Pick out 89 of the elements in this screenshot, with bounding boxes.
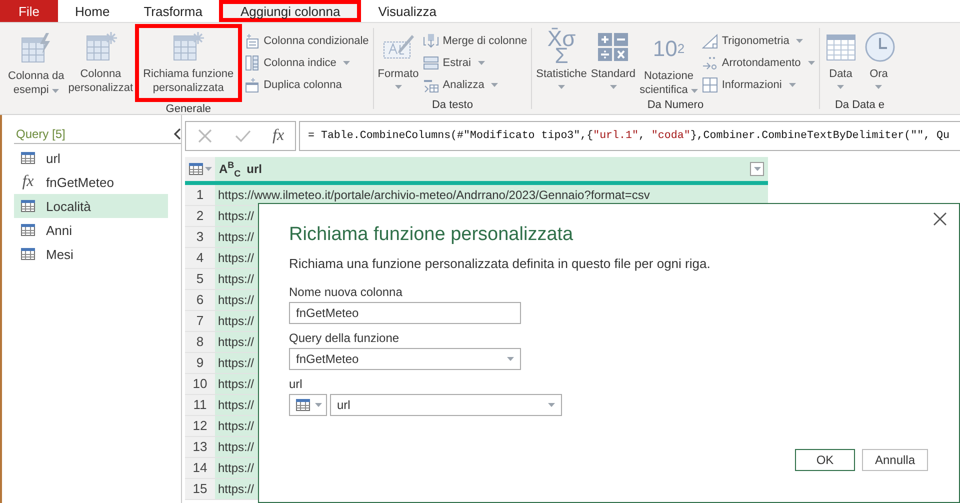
sigma-icon: X̄σ Σ <box>547 30 576 64</box>
caret-icon <box>314 403 322 407</box>
row-number: 11 <box>185 395 215 415</box>
numbered-column-icon <box>244 55 260 71</box>
ribbon-button[interactable]: Richiama funzione personalizzata <box>135 24 242 102</box>
table-menu-button[interactable] <box>185 157 215 181</box>
function-button[interactable]: fx <box>272 127 284 145</box>
caret-icon <box>205 167 212 171</box>
operators-icon <box>596 30 630 64</box>
caret-icon <box>548 403 555 407</box>
ribbon-button[interactable]: Estrai <box>420 52 530 74</box>
ribbon-button[interactable]: Trigonometria <box>700 30 817 52</box>
row-number: 10 <box>185 374 215 394</box>
function-icon: fx <box>20 173 36 191</box>
group-label: Generale <box>164 102 212 114</box>
ribbon-button[interactable]: Standard <box>588 28 638 98</box>
query-item[interactable]: Località <box>14 194 168 218</box>
table-icon <box>188 162 204 176</box>
caret-icon <box>754 167 760 171</box>
row-number: 2 <box>185 206 215 226</box>
table-icon <box>20 151 36 165</box>
row-number: 1 <box>185 185 215 205</box>
rounding-icon <box>702 55 718 71</box>
query-item[interactable]: Mesi <box>14 242 168 266</box>
group-label: Da Numero <box>646 98 705 112</box>
row-number: 9 <box>185 353 215 373</box>
row-number: 3 <box>185 227 215 247</box>
table-icon <box>20 223 36 237</box>
dialog-description: Richiama una funzione personalizzata definita in questo file per ogni riga. <box>289 256 712 271</box>
row-number: 13 <box>185 437 215 457</box>
file-tab[interactable]: File <box>0 0 58 22</box>
query-item[interactable]: fx fnGetMeteo <box>14 170 168 194</box>
close-icon <box>196 128 213 144</box>
field-label: Query della funzione <box>289 331 400 345</box>
collapse-icon <box>173 128 181 140</box>
dialog-title: Richiama funzione personalizzata <box>289 224 574 246</box>
check-icon <box>234 128 251 144</box>
cancel-button[interactable]: Annulla <box>862 449 928 471</box>
parse-icon <box>422 77 439 93</box>
triangle-icon <box>702 33 718 49</box>
ribbon-button[interactable]: Data <box>822 28 860 98</box>
power-icon: 10$^{2}$ <box>640 32 698 66</box>
sheet-icon <box>244 33 260 49</box>
duplicate-icon <box>244 77 260 93</box>
dropdown-field[interactable]: fnGetMeteo <box>289 348 521 370</box>
ok-button[interactable]: OK <box>795 449 855 471</box>
row-number: 14 <box>185 458 215 478</box>
ribbon-button[interactable]: Colonna condizionale <box>242 30 371 52</box>
ribbon-button[interactable]: Colonna indice <box>242 52 371 74</box>
ribbon-button[interactable]: Analizza <box>420 74 530 96</box>
close-icon <box>933 212 947 226</box>
caret-icon <box>507 357 514 361</box>
ribbon-button[interactable]: Informazioni <box>700 74 817 96</box>
extract-icon <box>422 55 439 71</box>
dropdown-field[interactable]: url <box>330 394 562 416</box>
ribbon-button[interactable]: 10$^{2}$ Notazione scientifica <box>638 28 700 98</box>
field-label: url <box>289 377 304 391</box>
ribbon-tab[interactable]: Aggiungi colonna <box>219 0 362 22</box>
row-number: 5 <box>185 269 215 289</box>
row-number: 6 <box>185 290 215 310</box>
ribbon-button[interactable]: Formato <box>376 28 421 98</box>
table-icon <box>294 398 310 412</box>
merge-icon <box>422 33 439 49</box>
row-number: 15 <box>185 479 215 499</box>
row-number: 7 <box>185 311 215 331</box>
row-number: 8 <box>185 332 215 352</box>
info-grid-icon <box>702 77 718 93</box>
row-number: 12 <box>185 416 215 436</box>
type-button[interactable] <box>289 394 327 416</box>
row-number: 4 <box>185 248 215 268</box>
table-cell: https://www.ilmeteo.it/portale/archivio-meteo/Andrrano/2023/Gennaio?format=csv <box>215 185 768 205</box>
ribbon-button[interactable]: Duplica colonna <box>242 74 371 96</box>
column-header: url <box>246 162 264 176</box>
ribbon-button[interactable]: Arrotondamento <box>700 52 817 74</box>
input-field[interactable]: fnGetMeteo <box>289 302 521 324</box>
table-icon <box>20 199 36 213</box>
panel-title: Query [5] <box>16 127 66 141</box>
ribbon-button[interactable]: Colonna personalizzat <box>66 28 136 98</box>
formula-field[interactable]: = Table.CombineColumns(#"Modificato tipo3",{"url.1", "coda"},Combiner.CombineTextByDelimiter("", Qu <box>299 121 960 151</box>
group-label: Da Data e <box>834 98 886 112</box>
query-item[interactable]: Anni <box>14 218 168 242</box>
filter-button[interactable] <box>750 162 764 176</box>
ribbon-button[interactable]: Ora <box>860 28 898 98</box>
ribbon-button[interactable]: Merge di colonne <box>420 30 530 52</box>
group-label: Da testo <box>430 98 474 112</box>
query-item[interactable]: url <box>14 146 168 170</box>
table-icon <box>20 247 36 261</box>
ribbon-button[interactable]: X̄σ Σ Statistiche <box>534 28 589 98</box>
ribbon-button[interactable]: Colonna da esempi <box>6 28 66 98</box>
